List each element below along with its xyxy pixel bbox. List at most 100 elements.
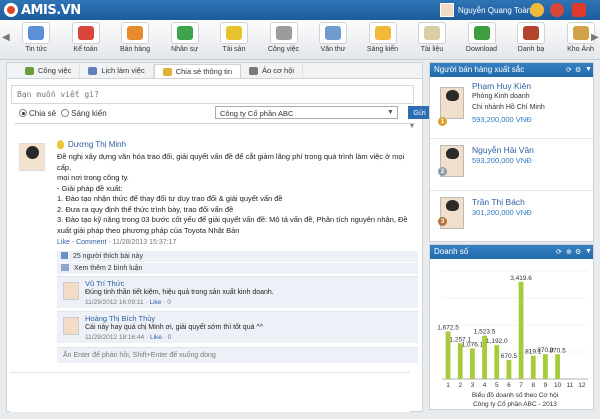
user-avatar — [440, 3, 454, 17]
module-icon — [22, 22, 50, 44]
composer-placeholder: Bạn muốn viết gì? — [17, 90, 99, 99]
seller-branch: Chi nhánh Hồ Chí Minh — [472, 104, 545, 111]
toolbar-item[interactable]: Sáng kiến — [359, 22, 407, 58]
x-tick-label: 5 — [495, 382, 499, 389]
seller-item[interactable]: 3 Trần Thị Bách 301,200,000 VNĐ — [430, 191, 593, 241]
toolbar-item[interactable]: Tài sản — [210, 22, 258, 58]
collapse-panel-icon[interactable]: ▼ — [585, 248, 592, 255]
toolbar-item[interactable]: Nhân sự — [161, 22, 209, 58]
idea-radio[interactable] — [61, 109, 69, 117]
comment-like-link[interactable]: Like — [150, 334, 162, 341]
panel-header: Người bán hàng xuất sắc ⟳ ⚙ ▼ — [430, 63, 593, 77]
more-comments-text: Xem thêm 2 bình luận — [74, 265, 143, 272]
chevron-down-icon: ▼ — [387, 109, 395, 117]
x-tick-label: 2 — [458, 382, 462, 389]
bronze-medal-icon: 3 — [438, 217, 447, 226]
settings-icon[interactable]: ⚙ — [575, 248, 582, 255]
help-icon[interactable] — [550, 3, 564, 17]
toolbar-item-label: Nhân sự — [161, 46, 209, 53]
module-icon — [121, 22, 149, 44]
chart-bar — [494, 345, 499, 379]
bar-value-label: 1,192.0 — [486, 338, 508, 345]
comment-avatar[interactable] — [63, 282, 79, 300]
collapse-icon[interactable]: ▼ — [406, 123, 418, 132]
seller-name[interactable]: Phạm Huy Kiên — [472, 81, 531, 91]
toolbar-item-label: Download — [458, 46, 506, 53]
x-tick-label: 12 — [578, 382, 586, 389]
tab-ao-co-hoi[interactable]: Ảo cơ hội — [241, 63, 303, 78]
module-icon — [468, 22, 496, 44]
comment-link[interactable]: Comment — [76, 239, 106, 246]
module-icon-shape — [78, 26, 94, 40]
send-button[interactable]: Gửi — [408, 106, 431, 119]
revenue-chart: 1,672.511,257.121,076.131,523.541,192.05… — [430, 259, 593, 419]
refresh-icon[interactable]: ⟳ — [556, 248, 563, 255]
tab-label: Ảo cơ hội — [262, 66, 294, 75]
toolbar-item[interactable]: Văn thư — [309, 22, 357, 58]
amis-logo[interactable]: AMIS.VN — [4, 3, 81, 18]
comments-icon — [61, 264, 69, 271]
idea-bulb-icon — [57, 140, 64, 149]
reply-input[interactable]: Ấn Enter để phản hồi, Shift+Enter để xuố… — [57, 347, 418, 363]
comment-like-link[interactable]: Like — [149, 299, 161, 306]
toolbar-item[interactable]: Công việc — [260, 22, 308, 58]
like-link[interactable]: Like — [57, 239, 70, 246]
tab-label: Công việc — [38, 66, 71, 75]
bar-value-label: 1,523.5 — [474, 329, 496, 336]
toolbar-item-label: Văn thư — [309, 46, 357, 53]
post-author[interactable]: Dương Thị Minh — [68, 140, 126, 149]
comment-avatar[interactable] — [63, 317, 79, 335]
tab-bar: Công việc Lịch làm việc Chia sẻ thông ti… — [7, 63, 422, 79]
collapse-panel-icon[interactable]: ▼ — [585, 66, 592, 73]
comment-author[interactable]: Hoàng Thị Bích Thủy — [85, 314, 155, 323]
company-select[interactable]: Công ty Cổ phần ABC ▼ — [215, 106, 398, 119]
post-composer-input[interactable]: Bạn muốn viết gì? — [11, 85, 414, 104]
post-author-avatar[interactable] — [19, 143, 45, 171]
view-more-comments[interactable]: Xem thêm 2 bình luận — [57, 263, 418, 274]
x-tick-label: 3 — [471, 382, 475, 389]
idea-radio-label: Sáng kiến — [71, 109, 107, 118]
post-line: - Giải pháp đề xuất: — [57, 184, 419, 195]
tab-chia-se-thong-tin[interactable]: Chia sẻ thông tin — [154, 64, 241, 78]
comment-author[interactable]: Vũ Trí Thức — [85, 279, 124, 288]
seller-name[interactable]: Trần Thị Bách — [472, 197, 525, 207]
x-tick-label: 11 — [566, 382, 573, 389]
toolbar-item[interactable]: Tin tức — [12, 22, 60, 58]
module-icon — [418, 22, 446, 44]
seller-item[interactable]: 1 Phạm Huy Kiên Phòng Kinh doanh Chi nhá… — [430, 77, 593, 139]
user-menu[interactable]: Nguyễn Quang Toàn — [440, 3, 531, 17]
settings-icon[interactable]: ⚙ — [575, 66, 582, 73]
toolbar-item[interactable]: Kế toán — [62, 22, 110, 58]
comment-like-count: 0 — [167, 299, 171, 306]
toolbar-item[interactable]: Danh bạ — [507, 22, 555, 58]
revenue-panel: Doanh số ⟳ ⊕ ⚙ ▼ 1,672.511,257.121,076.1… — [429, 244, 594, 410]
share-radio-label: Chia sẻ — [29, 109, 56, 118]
seller-item[interactable]: 2 Nguyễn Hải Vân 593,200,000 VNĐ — [430, 139, 593, 191]
likes-summary[interactable]: 25 người thích bài này — [57, 251, 418, 262]
seller-amount: 593,200,000 VNĐ — [472, 156, 532, 165]
toolbar-scroll-left-icon[interactable]: ◀ — [2, 32, 10, 46]
zoom-icon[interactable]: ⊕ — [566, 248, 573, 255]
toolbar-item[interactable]: Bán hàng — [111, 22, 159, 58]
seller-name[interactable]: Nguyễn Hải Vân — [472, 145, 534, 155]
logo-text: AMIS.VN — [21, 3, 81, 18]
comment: Vũ Trí Thức Đúng tinh thần tiết kiệm, hi… — [57, 276, 418, 308]
bar-value-label: 3,419.6 — [510, 275, 532, 282]
x-tick-label: 4 — [483, 382, 487, 389]
module-icon — [171, 22, 199, 44]
chart-bar — [507, 360, 512, 379]
seller-amount: 301,200,000 VNĐ — [472, 208, 532, 217]
toolbar-item[interactable]: Download — [458, 22, 506, 58]
seller-photo — [440, 87, 464, 119]
refresh-icon[interactable]: ⟳ — [566, 66, 573, 73]
tab-lich-lam-viec[interactable]: Lịch làm việc — [80, 63, 153, 78]
home-icon[interactable] — [530, 3, 544, 17]
thumbs-up-icon — [61, 252, 68, 259]
new-badge-icon[interactable] — [572, 3, 586, 17]
toolbar-scroll-right-icon[interactable]: ▶ — [591, 32, 599, 46]
opportunity-icon — [249, 67, 258, 75]
toolbar-item[interactable]: Tài liệu — [408, 22, 456, 58]
share-radio[interactable] — [19, 109, 27, 117]
post-line: 1. Đào tạo nhận thức để thay đổi tư duy … — [57, 194, 419, 205]
tab-cong-viec[interactable]: Công việc — [17, 63, 80, 78]
